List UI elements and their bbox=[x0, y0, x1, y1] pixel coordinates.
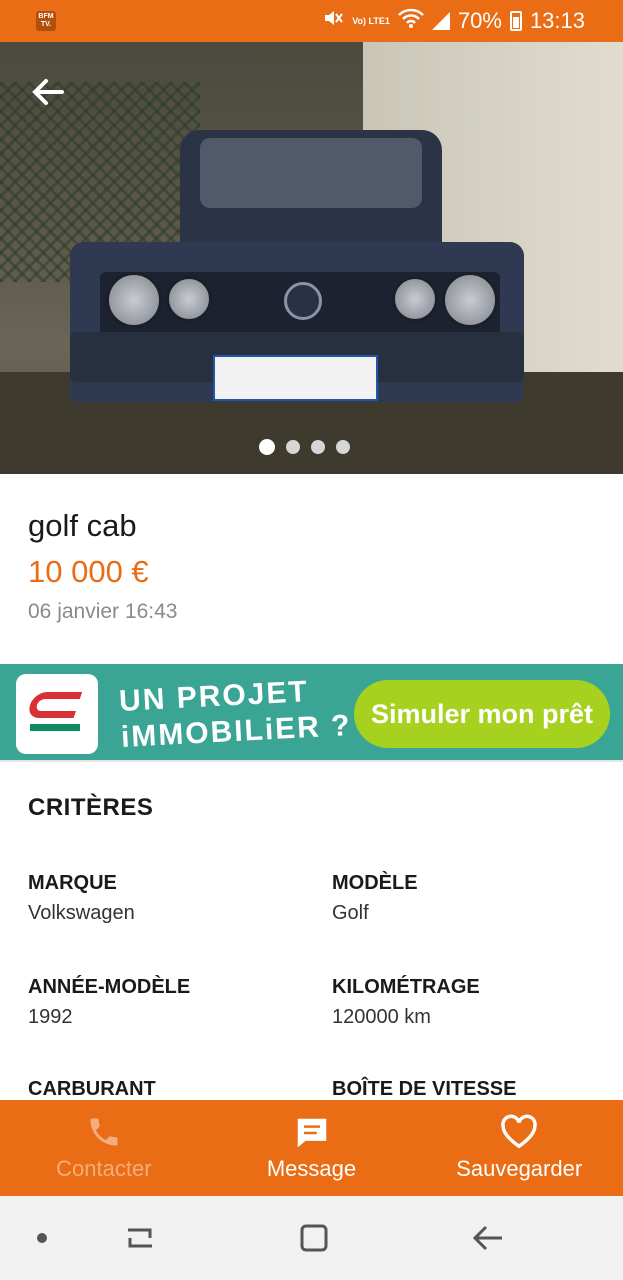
vw-logo bbox=[284, 282, 322, 320]
message-label: Message bbox=[266, 1156, 357, 1181]
ad-title: golf cab bbox=[28, 508, 137, 543]
criterion-mileage: KILOMÉTRAGE 120000 km bbox=[332, 976, 602, 1029]
wifi-icon bbox=[398, 8, 424, 34]
carousel-dot-3[interactable] bbox=[311, 440, 325, 454]
carousel-dot-4[interactable] bbox=[336, 440, 350, 454]
banner-headline: UN PROJET iMMOBILiER ? bbox=[118, 672, 352, 756]
criterion-label: BOÎTE DE VITESSE bbox=[332, 1078, 517, 1100]
ad-action-bar: Contacter Message Sauvegarder bbox=[0, 1100, 623, 1196]
ad-date: 06 janvier 16:43 bbox=[28, 600, 178, 623]
simulate-loan-button[interactable]: Simuler mon prêt bbox=[354, 680, 610, 748]
carousel-dot-1[interactable] bbox=[259, 439, 275, 455]
status-bar: BFM TV. Vo) LTE1 70% 13:13 bbox=[0, 0, 623, 42]
clock: 13:13 bbox=[529, 8, 585, 33]
back-arrow-icon[interactable] bbox=[28, 72, 68, 112]
mute-icon bbox=[322, 7, 344, 35]
criterion-label: MODÈLE bbox=[332, 872, 418, 894]
home-icon[interactable] bbox=[294, 1218, 334, 1258]
volte-lte-icon: Vo) LTE1 bbox=[352, 15, 390, 26]
criterion-value: Volkswagen bbox=[28, 902, 135, 924]
license-plate bbox=[213, 355, 378, 401]
criteria-title: CRITÈRES bbox=[28, 794, 154, 821]
criterion-model: MODÈLE Golf bbox=[332, 872, 602, 925]
chat-bubble-icon bbox=[293, 1114, 331, 1157]
criterion-fuel: CARBURANT bbox=[28, 1078, 298, 1101]
car-headlight-right-inner bbox=[392, 276, 438, 322]
signal-icon bbox=[431, 12, 450, 30]
phone-icon bbox=[86, 1114, 122, 1155]
criterion-label: MARQUE bbox=[28, 872, 117, 894]
system-nav-bar bbox=[0, 1196, 623, 1280]
divider bbox=[0, 760, 623, 762]
ad-price: 10 000 € bbox=[28, 554, 149, 589]
criterion-value: 120000 km bbox=[332, 1006, 431, 1028]
criterion-label: KILOMÉTRAGE bbox=[332, 976, 480, 998]
battery-icon bbox=[509, 11, 522, 31]
recent-apps-icon[interactable] bbox=[120, 1218, 160, 1258]
criteria-section: CRITÈRES MARQUE Volkswagen MODÈLE Golf A… bbox=[28, 794, 608, 1100]
criterion-value: 1992 bbox=[28, 1006, 73, 1028]
car-headlight-right-outer bbox=[442, 272, 498, 328]
criterion-label: ANNÉE-MODÈLE bbox=[28, 976, 191, 998]
credit-agricole-logo bbox=[16, 674, 98, 754]
credit-agricole-banner[interactable]: UN PROJET iMMOBILiER ? Simuler mon prêt bbox=[0, 664, 623, 760]
message-button[interactable]: Message bbox=[208, 1100, 416, 1196]
bfm-tv-notification-icon: BFM TV. bbox=[36, 11, 56, 31]
ad-header: golf cab 10 000 € 06 janvier 16:43 bbox=[28, 508, 598, 624]
criterion-value: Golf bbox=[332, 902, 369, 924]
save-label: Sauvegarder bbox=[456, 1156, 583, 1181]
ad-photo-carousel[interactable] bbox=[0, 42, 623, 474]
status-icons: Vo) LTE1 70% 13:13 bbox=[322, 8, 585, 34]
carousel-dot-2[interactable] bbox=[286, 440, 300, 454]
battery-percent: 70% bbox=[457, 8, 502, 33]
ca-logo-green-bar bbox=[30, 724, 80, 731]
contact-label: Contacter bbox=[56, 1156, 152, 1181]
car-headlight-left-inner bbox=[166, 276, 212, 322]
criterion-brand: MARQUE Volkswagen bbox=[28, 872, 298, 925]
criterion-model-year: ANNÉE-MODÈLE 1992 bbox=[28, 976, 298, 1029]
ca-logo-red-mark bbox=[25, 692, 83, 718]
heart-icon bbox=[500, 1114, 538, 1155]
back-icon[interactable] bbox=[468, 1218, 508, 1258]
dot-icon[interactable] bbox=[22, 1218, 62, 1258]
carousel-indicator bbox=[259, 439, 350, 455]
car-windshield bbox=[200, 138, 422, 208]
criterion-gearbox: BOÎTE DE VITESSE bbox=[332, 1078, 602, 1101]
car-headlight-left-outer bbox=[106, 272, 162, 328]
contact-button[interactable]: Contacter bbox=[0, 1100, 208, 1196]
criterion-label: CARBURANT bbox=[28, 1078, 156, 1100]
save-button[interactable]: Sauvegarder bbox=[415, 1100, 623, 1196]
